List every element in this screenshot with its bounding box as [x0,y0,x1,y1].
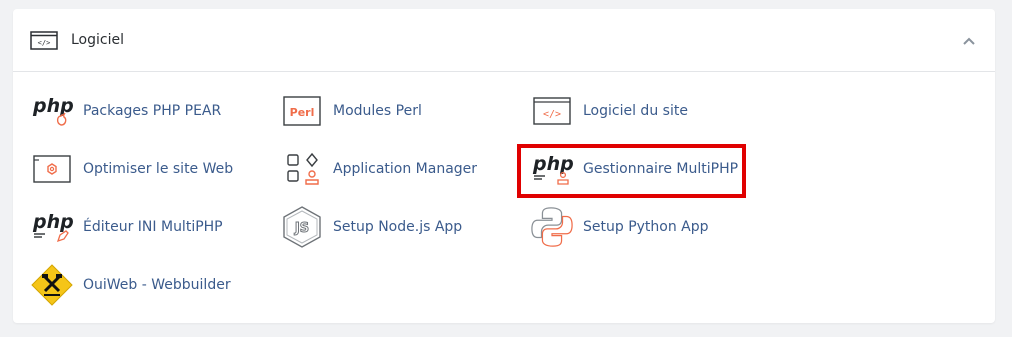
item-label: Packages PHP PEAR [83,103,222,119]
svg-text:JS: JS [294,221,309,236]
item-perl-modules[interactable]: Perl Modules Perl [280,91,422,131]
perl-icon: Perl [283,96,321,126]
item-label: Application Manager [333,161,478,177]
item-application-manager[interactable]: Application Manager [280,149,477,189]
item-label: Setup Python App [583,219,709,235]
application-manager-icon [287,152,319,185]
code-window-icon: </> [533,97,571,125]
item-multiphp-ini-editor[interactable]: php Éditeur INI MultiPHP [30,207,223,247]
item-ouiweb-webbuilder[interactable]: OuiWeb - Webbuilder [30,264,231,306]
item-label: Setup Node.js App [333,219,463,235]
highlight-box [517,144,746,198]
perl-badge: Perl [290,106,315,119]
item-optimize-site[interactable]: Optimiser le site Web [30,149,233,189]
item-label: Éditeur INI MultiPHP [83,219,223,235]
panel-header[interactable]: </> Logiciel [13,9,995,72]
item-label: Optimiser le site Web [83,161,234,177]
item-site-software[interactable]: </> Logiciel du site [530,91,688,131]
php-logo-text: php [32,95,73,117]
svg-text:</>: </> [543,109,561,120]
item-setup-python[interactable]: Setup Python App [530,207,709,247]
item-label: OuiWeb - Webbuilder [83,277,231,293]
php-pear-icon: php [32,95,73,126]
svg-text:</>: </> [38,39,51,47]
item-php-pear[interactable]: php Packages PHP PEAR [30,91,221,131]
collapse-button[interactable] [957,31,981,51]
item-setup-nodejs[interactable]: JS Setup Node.js App [280,206,463,248]
item-label: Logiciel du site [583,103,688,119]
code-window-icon: </> [30,31,58,50]
section-title: Logiciel [71,32,124,48]
item-label: Modules Perl [333,103,422,119]
chevron-up-icon [963,37,975,45]
php-logo-text: php [32,211,73,233]
python-icon [531,207,573,247]
webbuilder-icon [31,264,73,306]
multiphp-ini-icon: php [32,211,73,243]
optimize-site-icon [33,155,71,183]
nodejs-icon: JS [283,206,321,248]
